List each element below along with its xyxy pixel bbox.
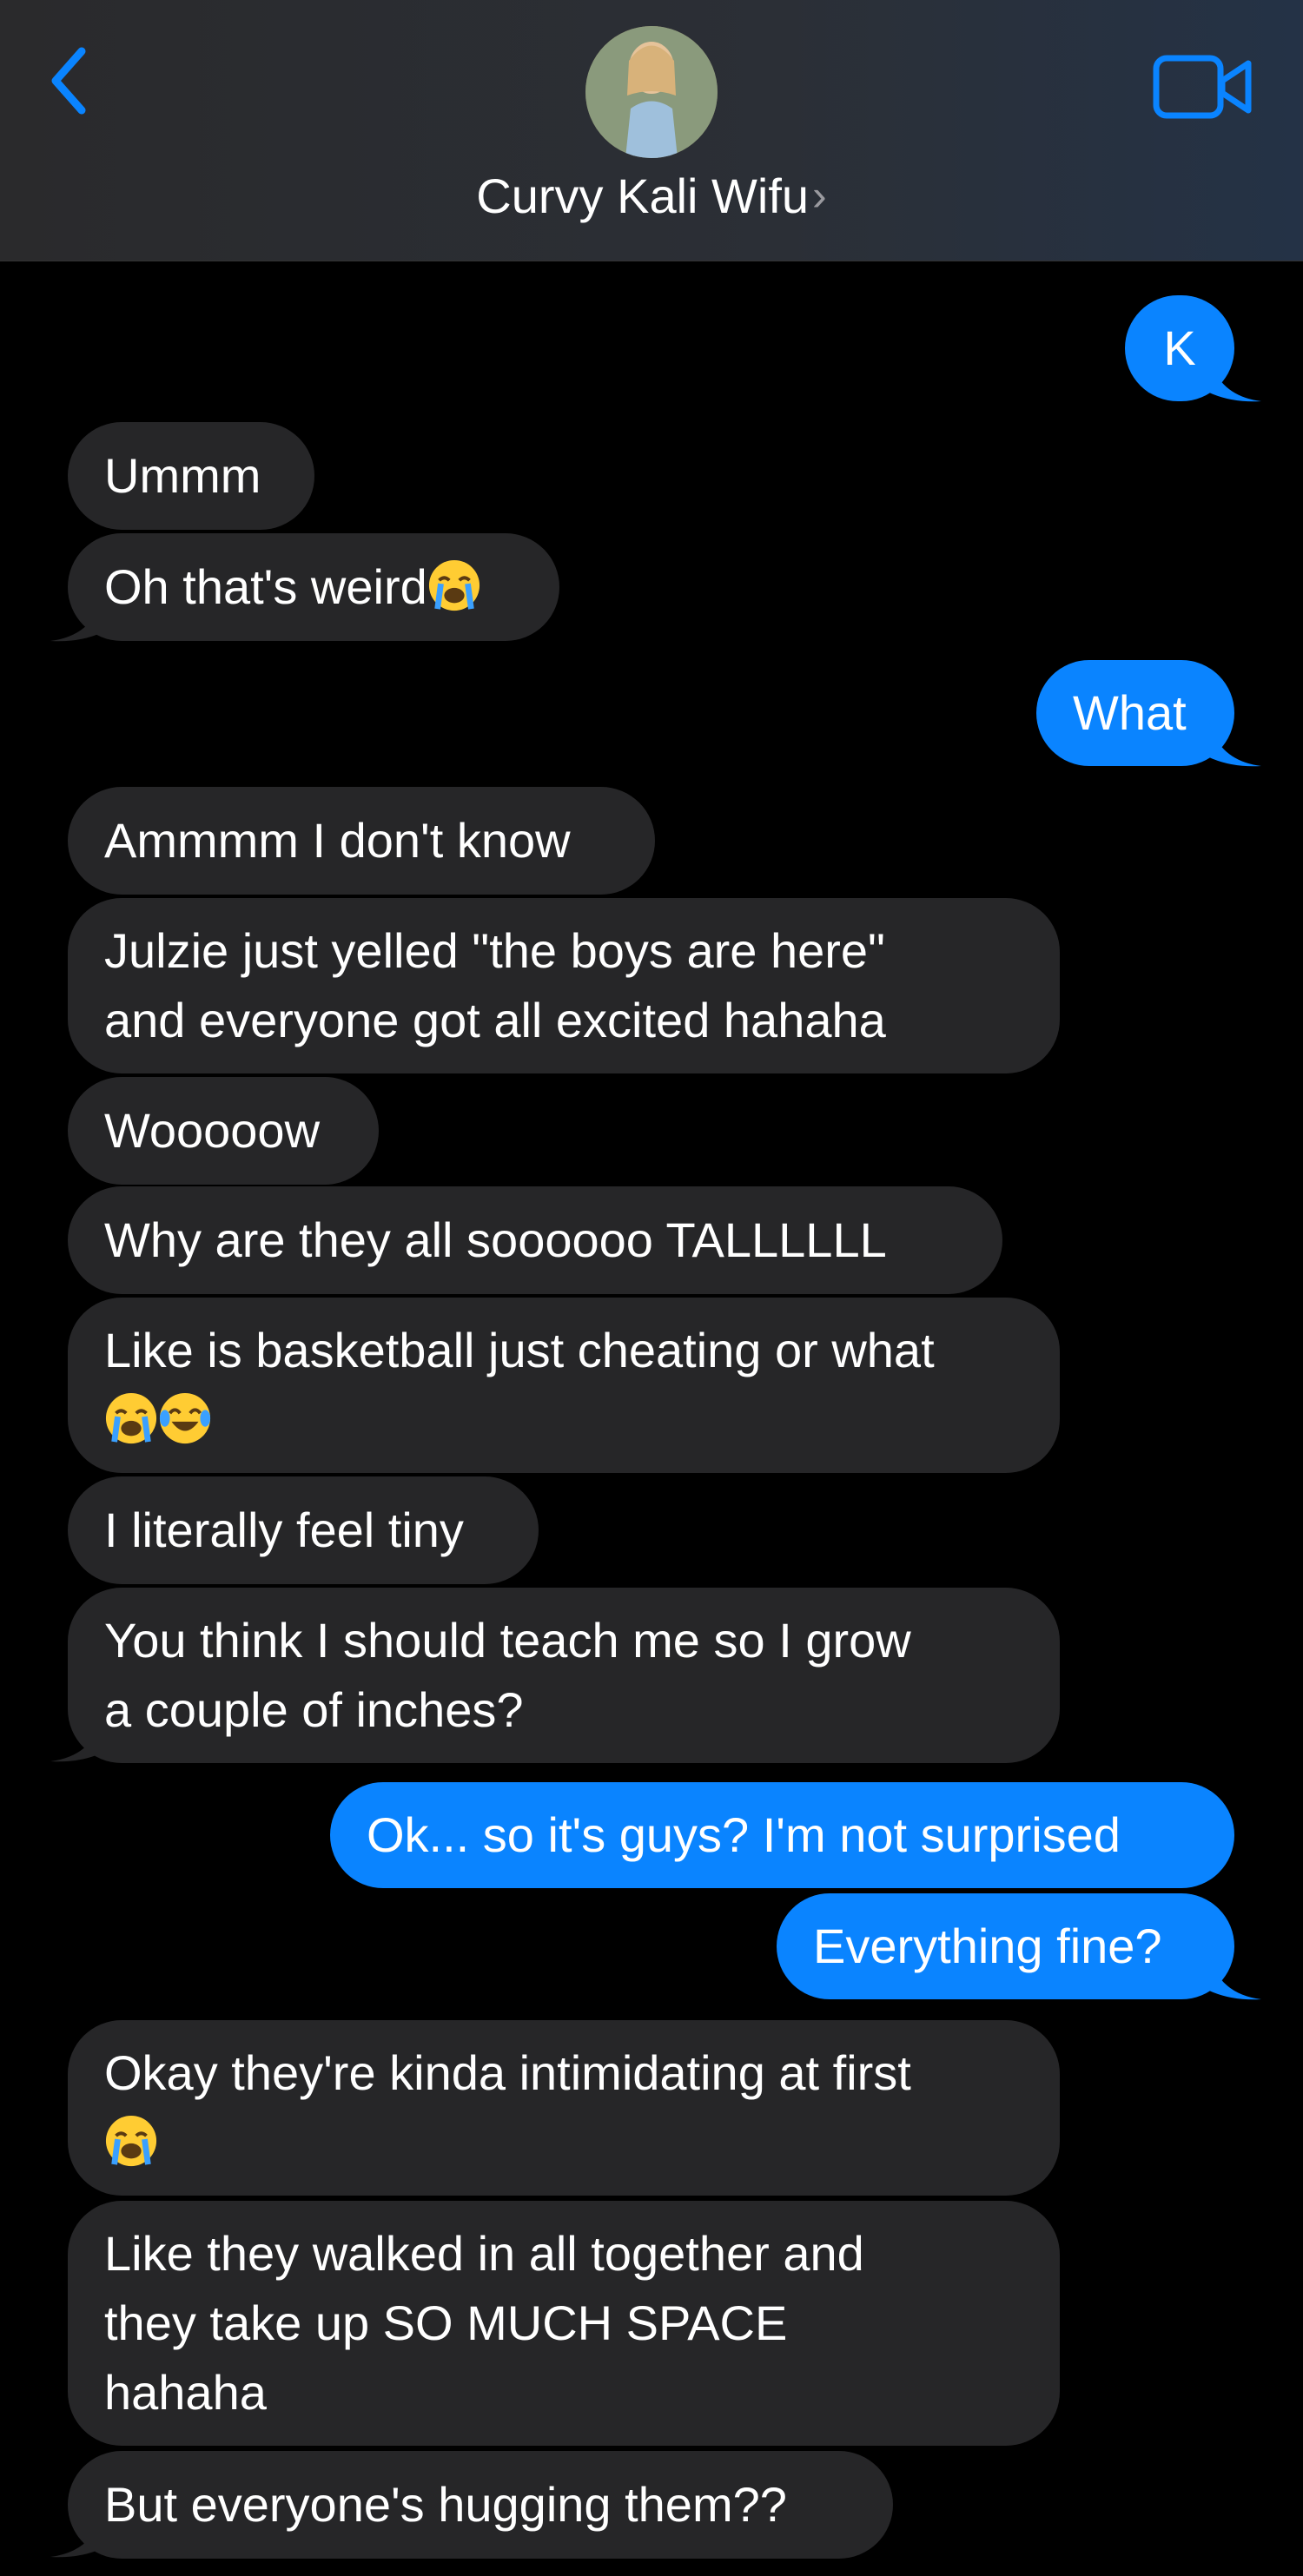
message-text: I literally feel tiny <box>104 1503 464 1557</box>
message-emoji-line <box>104 2108 1023 2177</box>
incoming-message[interactable]: Ammmm I don't know <box>68 787 655 895</box>
video-camera-icon <box>1153 55 1252 119</box>
message-text: Julzie just yelled "the boys are here" <box>104 923 885 978</box>
message-text: Ok... so it's guys? I'm not surprised <box>367 1807 1121 1862</box>
bubble-tail <box>1209 1956 1261 2000</box>
incoming-message[interactable]: Like is basketball just cheating or what <box>68 1298 1060 1473</box>
message-text: What <box>1073 685 1187 740</box>
outgoing-message[interactable]: What <box>1036 660 1234 766</box>
contact-avatar[interactable] <box>585 26 718 158</box>
bubble-tail <box>50 2513 103 2558</box>
message-text: Oh that's weird <box>104 552 523 622</box>
message-emoji-line <box>104 1385 1023 1455</box>
incoming-message[interactable]: Okay they're kinda intimidating at first <box>68 2020 1060 2196</box>
incoming-message[interactable]: Why are they all soooooo TALLLLLL <box>68 1186 1002 1294</box>
bubble-tail <box>50 598 103 642</box>
message-text: Ammmm I don't know <box>104 813 571 868</box>
bubble-tail <box>1209 723 1261 767</box>
contact-name-row[interactable]: Curvy Kali Wifu › <box>0 165 1303 226</box>
incoming-message[interactable]: You think I should teach me so I grow a … <box>68 1588 1060 1763</box>
message-text: a couple of inches? <box>104 1682 524 1737</box>
face-with-tears-of-joy-icon <box>159 1392 211 1444</box>
contact-name: Curvy Kali Wifu <box>476 168 810 223</box>
bubble-tail <box>1209 358 1261 402</box>
message-text: Okay they're kinda intimidating at first <box>104 2045 911 2100</box>
message-text: Ummm <box>104 448 261 503</box>
message-text: Everything fine? <box>813 1919 1162 1973</box>
chevron-left-icon <box>51 47 86 115</box>
message-text: K <box>1163 320 1196 375</box>
incoming-message[interactable]: But everyone's hugging them?? <box>68 2451 893 2559</box>
loudly-crying-face-icon <box>105 2115 157 2167</box>
loudly-crying-face-icon <box>105 1392 157 1444</box>
conversation-header: Curvy Kali Wifu › <box>0 0 1303 261</box>
message-text: hahaha <box>104 2365 267 2420</box>
message-text: they take up SO MUCH SPACE <box>104 2295 788 2350</box>
message-text: and everyone got all excited hahaha <box>104 993 886 1047</box>
incoming-message[interactable]: Wooooow <box>68 1077 379 1185</box>
message-text: Why are they all soooooo TALLLLLL <box>104 1212 887 1267</box>
message-text: But everyone's hugging them?? <box>104 2477 787 2532</box>
incoming-message[interactable]: I literally feel tiny <box>68 1476 539 1584</box>
outgoing-message[interactable]: Everything fine? <box>777 1893 1234 1999</box>
incoming-message[interactable]: Oh that's weird <box>68 533 559 641</box>
video-call-button[interactable] <box>1151 52 1255 122</box>
incoming-message[interactable]: Ummm <box>68 422 314 530</box>
chevron-right-icon: › <box>812 171 827 220</box>
message-text: Like is basketball just cheating or what <box>104 1323 935 1377</box>
loudly-crying-face-icon <box>428 559 480 611</box>
message-text: Like they walked in all together and <box>104 2226 864 2281</box>
incoming-message[interactable]: Like they walked in all together and the… <box>68 2201 1060 2446</box>
incoming-message[interactable]: Julzie just yelled "the boys are here" a… <box>68 898 1060 1073</box>
back-button[interactable] <box>38 42 99 120</box>
outgoing-message[interactable]: Ok... so it's guys? I'm not surprised <box>330 1782 1234 1888</box>
bubble-tail <box>50 1718 103 1762</box>
message-text: You think I should teach me so I grow <box>104 1613 911 1668</box>
message-text: Wooooow <box>104 1103 321 1158</box>
avatar-image <box>585 26 718 158</box>
